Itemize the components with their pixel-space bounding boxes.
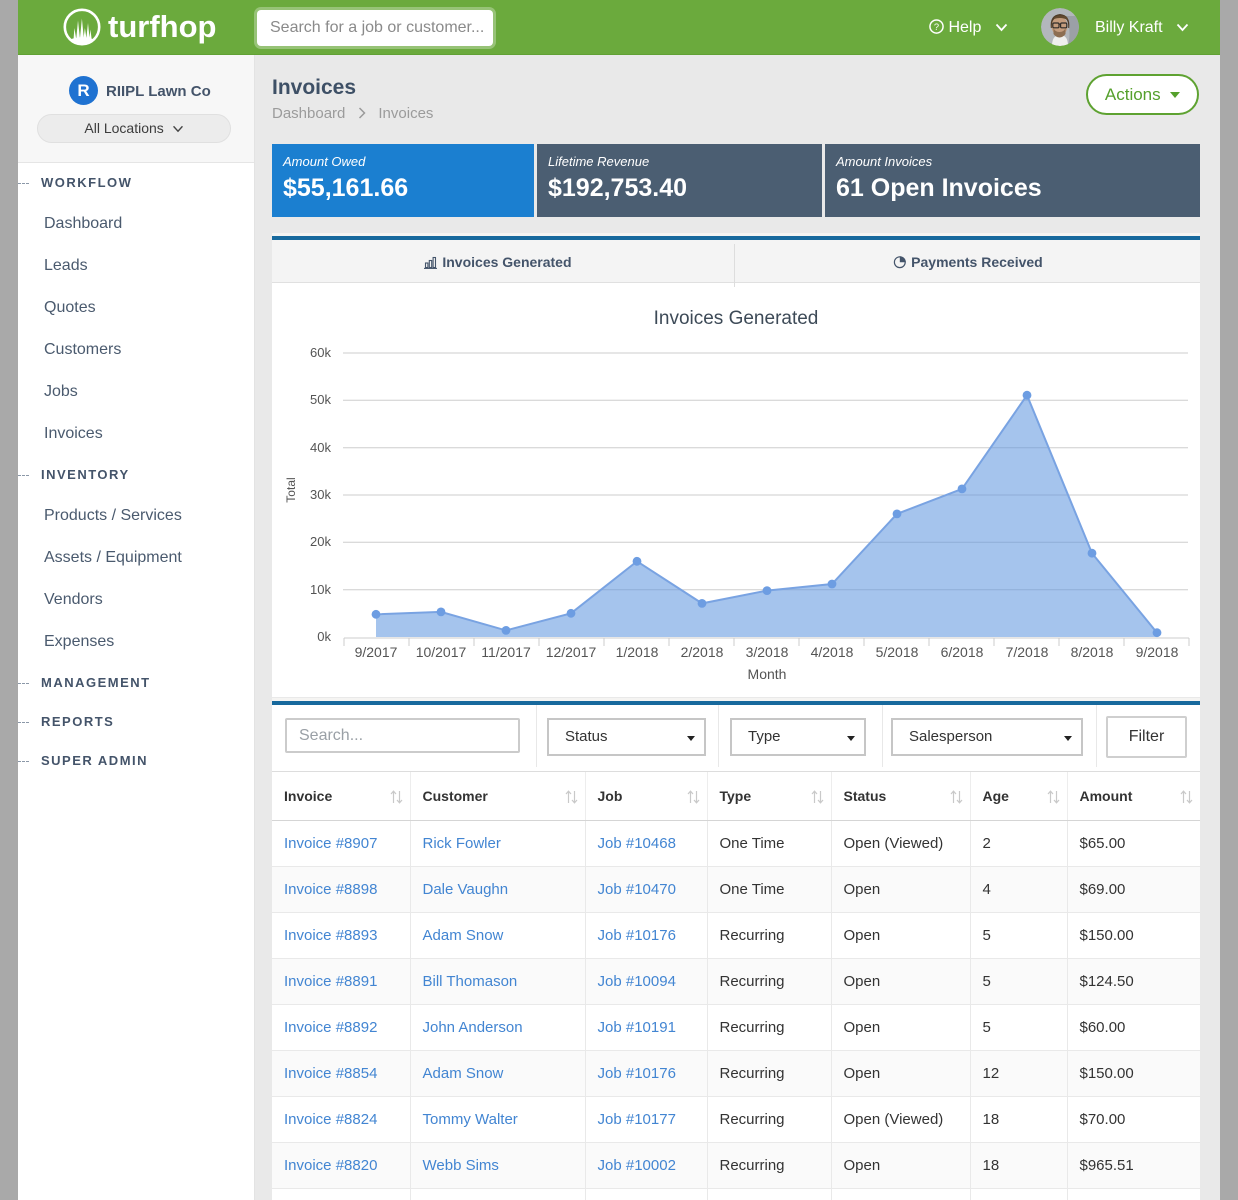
svg-text:Month: Month	[748, 666, 787, 682]
svg-text:60k: 60k	[310, 345, 331, 360]
svg-text:11/2017: 11/2017	[481, 644, 531, 660]
svg-text:3/2018: 3/2018	[746, 644, 789, 660]
svg-text:12/2017: 12/2017	[546, 644, 597, 660]
svg-text:20k: 20k	[310, 534, 331, 549]
svg-text:Invoices Generated: Invoices Generated	[654, 308, 819, 329]
svg-text:?: ?	[934, 22, 939, 32]
svg-text:4/2018: 4/2018	[811, 644, 854, 660]
svg-text:0k: 0k	[317, 629, 331, 644]
svg-text:1/2018: 1/2018	[616, 644, 659, 660]
svg-text:9/2018: 9/2018	[1136, 644, 1179, 660]
svg-text:50k: 50k	[310, 392, 331, 407]
svg-text:9/2017: 9/2017	[355, 644, 398, 660]
svg-text:5/2018: 5/2018	[876, 644, 919, 660]
svg-text:Total: Total	[284, 477, 298, 502]
svg-text:6/2018: 6/2018	[941, 644, 984, 660]
svg-text:2/2018: 2/2018	[681, 644, 724, 660]
svg-text:10k: 10k	[310, 582, 331, 597]
svg-text:8/2018: 8/2018	[1071, 644, 1114, 660]
svg-text:40k: 40k	[310, 440, 331, 455]
svg-text:10/2017: 10/2017	[416, 644, 467, 660]
svg-text:7/2018: 7/2018	[1006, 644, 1049, 660]
svg-text:30k: 30k	[310, 487, 331, 502]
